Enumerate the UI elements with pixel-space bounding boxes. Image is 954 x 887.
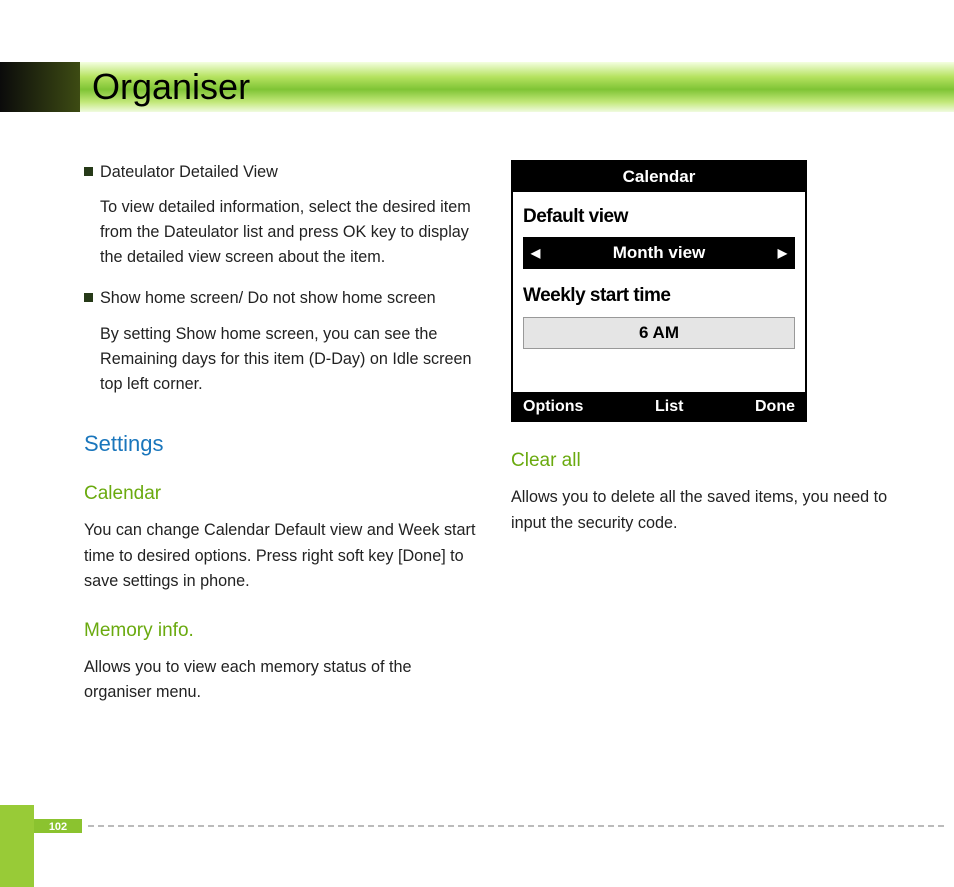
settings-heading: Settings — [84, 427, 477, 461]
phone-title-bar: Calendar — [513, 162, 805, 192]
calendar-subheading: Calendar — [84, 479, 477, 508]
ribbon-gradient: Organiser — [80, 62, 954, 112]
manual-page: Organiser Dateulator Detailed View To vi… — [0, 0, 954, 887]
default-view-label: Default view — [523, 202, 795, 231]
weekly-start-field[interactable]: 6 AM — [523, 317, 795, 349]
header-ribbon: Organiser — [0, 62, 954, 112]
softkey-options[interactable]: Options — [523, 395, 583, 420]
weekly-start-label: Weekly start time — [523, 281, 795, 310]
bullet-title: Show home screen/ Do not show home scree… — [100, 286, 477, 311]
phone-softkey-bar: Options List Done — [513, 392, 805, 422]
ribbon-dark-segment — [0, 62, 80, 112]
list-item: Dateulator Detailed View — [84, 160, 477, 185]
weekly-start-value: 6 AM — [639, 320, 679, 346]
arrow-right-icon[interactable]: ▶ — [778, 244, 787, 263]
bullet-title: Dateulator Detailed View — [100, 160, 477, 185]
phone-screenshot: Calendar Default view ◀ Month view ▶ Wee… — [511, 160, 807, 422]
default-view-value: Month view — [613, 240, 706, 266]
calendar-body: You can change Calendar Default view and… — [84, 518, 477, 593]
left-column: Dateulator Detailed View To view detaile… — [84, 160, 477, 721]
clear-all-body: Allows you to delete all the saved items… — [511, 485, 904, 535]
arrow-left-icon[interactable]: ◀ — [531, 244, 540, 263]
clear-all-subheading: Clear all — [511, 446, 904, 475]
list-item: Show home screen/ Do not show home scree… — [84, 286, 477, 311]
softkey-list[interactable]: List — [655, 395, 683, 420]
page-title: Organiser — [92, 66, 250, 108]
page-number: 102 — [34, 819, 82, 833]
side-tab — [0, 805, 34, 887]
memory-info-body: Allows you to view each memory status of… — [84, 655, 477, 705]
footer-dashed-line — [88, 825, 944, 827]
square-bullet-icon — [84, 167, 93, 176]
bullet-body: By setting Show home screen, you can see… — [84, 322, 477, 397]
memory-info-subheading: Memory info. — [84, 616, 477, 645]
softkey-done[interactable]: Done — [755, 395, 795, 420]
bullet-body: To view detailed information, select the… — [84, 195, 477, 270]
square-bullet-icon — [84, 293, 93, 302]
phone-body: Default view ◀ Month view ▶ Weekly start… — [513, 192, 805, 392]
content-area: Dateulator Detailed View To view detaile… — [84, 160, 904, 721]
default-view-selector[interactable]: ◀ Month view ▶ — [523, 237, 795, 269]
right-column: Calendar Default view ◀ Month view ▶ Wee… — [511, 160, 904, 721]
